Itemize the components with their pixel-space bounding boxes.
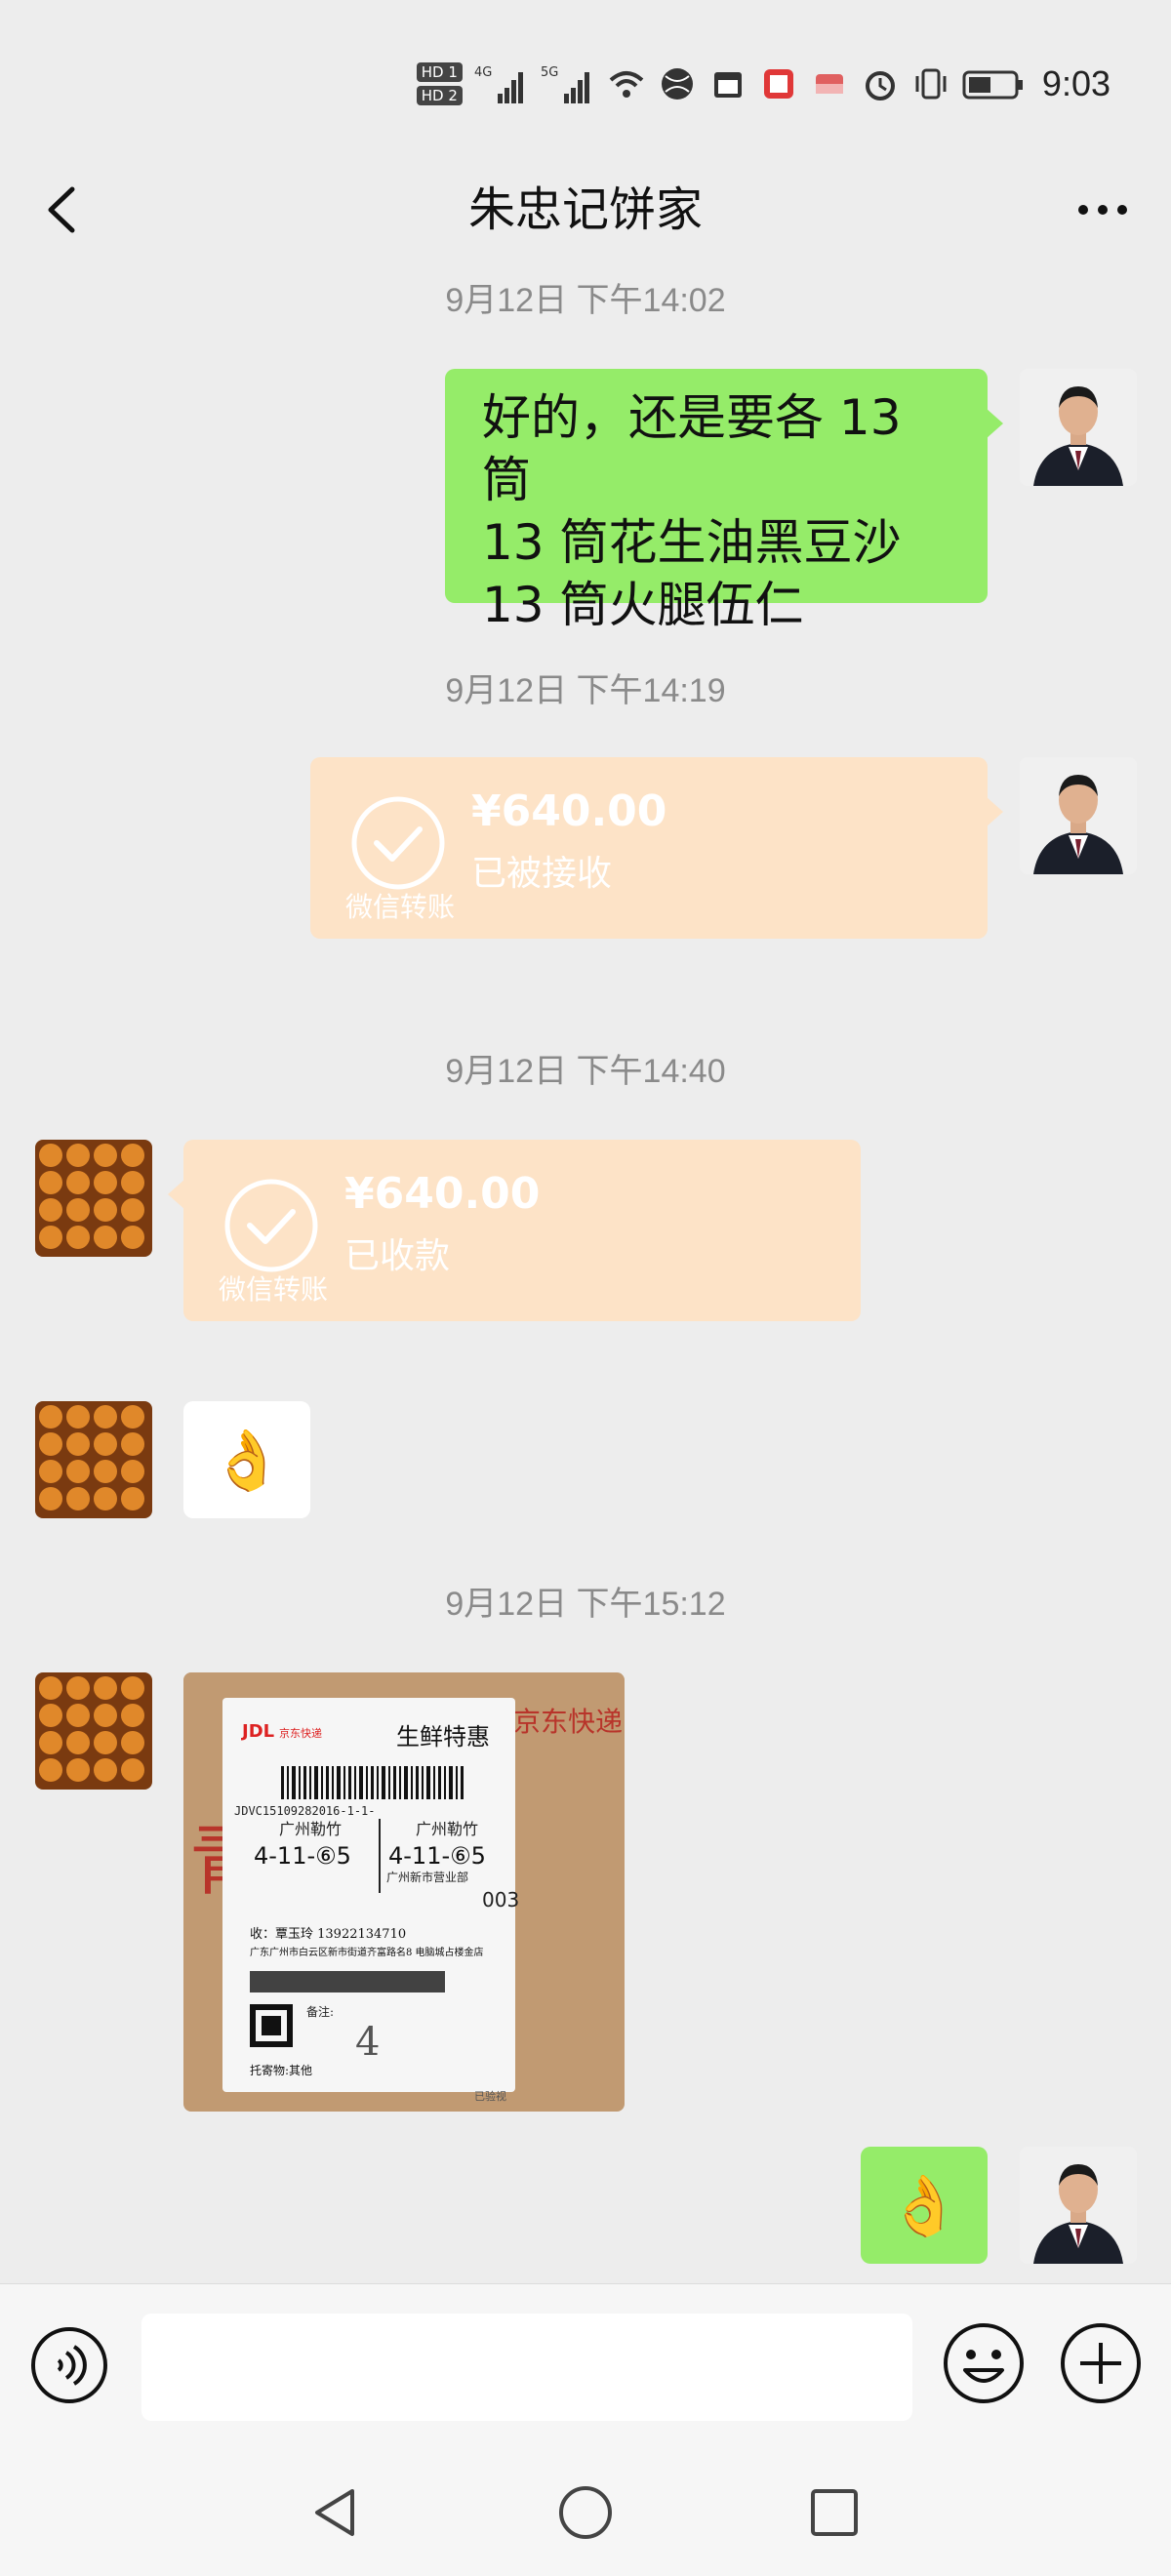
person-avatar-icon bbox=[1020, 757, 1137, 874]
ok-hand-icon: 👌 bbox=[210, 1426, 284, 1495]
sent-emoji-bubble[interactable]: 👌 bbox=[861, 2147, 988, 2264]
mooncake-avatar-icon bbox=[35, 1401, 152, 1518]
transfer-label: 微信转账 bbox=[345, 891, 456, 923]
net1-label: 4G bbox=[474, 65, 492, 80]
bubble-tail bbox=[168, 1179, 185, 1210]
contact-avatar[interactable] bbox=[35, 1140, 152, 1257]
jdl-logo-sub: 京东快递 bbox=[279, 1726, 322, 1740]
city-1: 广州勒竹 bbox=[279, 1820, 342, 1838]
more-functions-button[interactable] bbox=[1059, 2321, 1143, 2405]
net2-label: 5G bbox=[541, 65, 558, 80]
contact-avatar[interactable] bbox=[35, 1401, 152, 1518]
city-2: 广州勒竹 bbox=[416, 1820, 478, 1838]
transfer-status: 已被接收 bbox=[471, 854, 613, 894]
note-value: 4 bbox=[355, 2020, 380, 2065]
transfer-amount: ¥640.00 bbox=[344, 1169, 541, 1219]
nav-back-button[interactable] bbox=[307, 2483, 366, 2542]
person-avatar-icon bbox=[1020, 369, 1137, 486]
text-line: 13 筒花生油黑豆沙 bbox=[482, 514, 902, 571]
bubble-tail bbox=[986, 408, 1003, 439]
nav-home-button[interactable] bbox=[556, 2483, 615, 2542]
hd2-badge: HD 2 bbox=[416, 86, 463, 105]
status-icons: HD 1 HD 2 4G 5G 9:03 bbox=[416, 55, 1110, 113]
hd-badges: HD 1 HD 2 bbox=[416, 62, 463, 105]
battery-icon bbox=[962, 70, 1023, 100]
timestamp: 9月12日 下午14:02 bbox=[445, 282, 726, 319]
note-label: 备注: bbox=[306, 2004, 334, 2019]
clock: 9:03 bbox=[1041, 63, 1110, 103]
recipient: 收：覃玉玲 13922134710 bbox=[250, 1927, 406, 1942]
voice-input-button[interactable] bbox=[29, 2325, 109, 2405]
mooncake-avatar-icon bbox=[35, 1140, 152, 1257]
transfer-amount: ¥640.00 bbox=[471, 786, 667, 836]
person-avatar-icon bbox=[1020, 2147, 1137, 2264]
nav-recents-button[interactable] bbox=[805, 2483, 864, 2542]
transfer-status: 已收款 bbox=[344, 1236, 451, 1276]
ok-hand-icon: 👌 bbox=[887, 2171, 961, 2240]
message-list[interactable]: 9月12日 下午14:02 好的，还是要各 13 筒 13 筒花生油黑豆沙 13… bbox=[0, 273, 1171, 2283]
received-emoji-bubble[interactable]: 👌 bbox=[183, 1401, 310, 1518]
timestamp: 9月12日 下午15:12 bbox=[445, 1586, 726, 1623]
route-code-2: 4-11-⑥5 bbox=[388, 1842, 486, 1870]
signal-5g-icon: 5G bbox=[541, 65, 589, 103]
address: 广东广州市白云区新市街道齐富路名8 电脑城占楼金店 bbox=[250, 1946, 484, 1958]
chat-title: 朱忠记饼家 bbox=[467, 182, 703, 237]
my-avatar[interactable] bbox=[1020, 369, 1137, 486]
text-line: 13 筒火腿伍仁 bbox=[482, 577, 804, 633]
timestamp: 9月12日 下午14:19 bbox=[445, 672, 726, 709]
calendar-icon bbox=[713, 72, 742, 98]
dept-number: 003 bbox=[482, 1888, 519, 1912]
my-avatar[interactable] bbox=[1020, 2147, 1137, 2264]
vibrate-icon bbox=[915, 68, 947, 100]
dept-label: 广州新市营业部 bbox=[386, 1870, 468, 1884]
box-print-right: 京东快递 bbox=[513, 1706, 623, 1738]
more-options-button[interactable] bbox=[1064, 176, 1142, 244]
tracking-number: JDVC15109282016-1-1- bbox=[234, 1804, 376, 1818]
route-code-1: 4-11-⑥5 bbox=[254, 1842, 351, 1870]
app-icon bbox=[815, 74, 843, 94]
bubble-tail bbox=[986, 796, 1003, 827]
book-icon bbox=[763, 69, 793, 99]
mooncake-avatar-icon bbox=[35, 1672, 152, 1790]
system-nav-bar bbox=[0, 2449, 1171, 2576]
chat-header: 朱忠记饼家 bbox=[0, 146, 1171, 273]
check-circle-icon bbox=[351, 796, 445, 890]
text-line: 好的，还是要各 13 筒 bbox=[482, 389, 902, 508]
contact-avatar[interactable] bbox=[35, 1672, 152, 1790]
message-input[interactable] bbox=[141, 2314, 912, 2421]
emoji-button[interactable] bbox=[942, 2321, 1026, 2405]
ball-icon bbox=[661, 68, 693, 100]
status-bar: HD 1 HD 2 4G 5G 9:03 bbox=[0, 0, 1171, 146]
hd1-badge: HD 1 bbox=[416, 62, 463, 82]
timestamp: 9月12日 下午14:40 bbox=[445, 1053, 726, 1090]
jdl-logo: JDL bbox=[240, 1721, 274, 1742]
transfer-sent-card[interactable]: ¥640.00 已被接收 微信转账 bbox=[310, 757, 1003, 939]
inspected-stamp: 已验视 bbox=[474, 2089, 506, 2103]
shipping-label-photo[interactable]: 青 京东快递 JDL 京东快递 生鲜特惠 JDVC15109282016-1-1… bbox=[183, 1672, 625, 2112]
package-image: 青 京东快递 JDL 京东快递 生鲜特惠 JDVC15109282016-1-1… bbox=[183, 1672, 625, 2112]
sent-text-bubble[interactable]: 好的，还是要各 13 筒 13 筒花生油黑豆沙 13 筒火腿伍仁 bbox=[445, 369, 1003, 633]
my-avatar[interactable] bbox=[1020, 757, 1137, 874]
goods-label: 托寄物:其他 bbox=[250, 2063, 312, 2077]
label-title: 生鲜特惠 bbox=[396, 1723, 490, 1751]
signal-4g-icon: 4G bbox=[474, 65, 523, 103]
transfer-received-card[interactable]: ¥640.00 已收款 微信转账 bbox=[168, 1140, 861, 1321]
check-circle-icon bbox=[224, 1179, 318, 1272]
alarm-icon bbox=[865, 71, 895, 101]
wifi-icon bbox=[609, 71, 644, 98]
input-bar bbox=[0, 2283, 1171, 2449]
transfer-label: 微信转账 bbox=[219, 1273, 329, 1306]
